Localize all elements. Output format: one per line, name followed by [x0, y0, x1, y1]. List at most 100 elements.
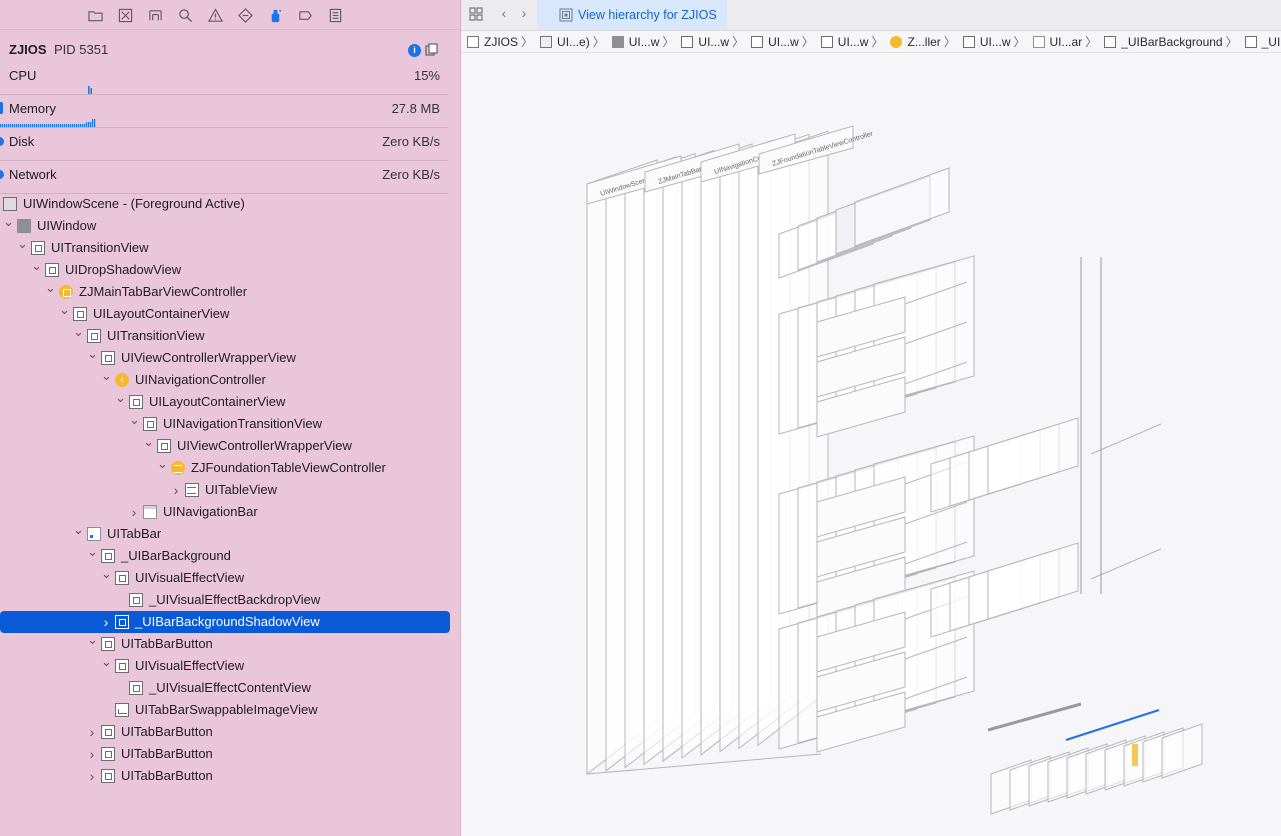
breadcrumb-item[interactable]: UI...ar 〉: [1032, 33, 1103, 50]
tree-row[interactable]: › UITableView: [0, 479, 460, 501]
disclosure-chevron-down-icon[interactable]: ⌄: [17, 237, 28, 259]
tree-row[interactable]: ⌄ UITabBar: [0, 523, 460, 545]
tree-row[interactable]: ⌄ UIVisualEffectView: [0, 655, 460, 677]
tree-row[interactable]: › UITabBarButton: [0, 721, 460, 743]
disclosure-chevron-down-icon[interactable]: ⌄: [87, 633, 98, 655]
warning-icon[interactable]: [200, 0, 230, 30]
search-icon[interactable]: [170, 0, 200, 30]
tree-row[interactable]: ⌄ UIViewControllerWrapperView: [0, 347, 460, 369]
tab-view-hierarchy[interactable]: View hierarchy for ZJIOS: [537, 0, 727, 30]
report-icon[interactable]: [320, 0, 350, 30]
disclosure-chevron-down-icon[interactable]: ⌄: [115, 391, 126, 413]
grid-icon[interactable]: [469, 7, 483, 21]
tree-row[interactable]: ⌄ UIWindow: [0, 215, 460, 237]
disclosure-chevron-down-icon[interactable]: ⌄: [101, 655, 112, 677]
threads-icon[interactable]: [425, 43, 439, 57]
tree-row[interactable]: UIWindowScene - (Foreground Active): [0, 193, 460, 215]
disclosure-chevron-down-icon[interactable]: ⌄: [143, 435, 154, 457]
tree-row[interactable]: _UIVisualEffectBackdropView: [0, 589, 460, 611]
gauge-cpu[interactable]: CPU 15%: [0, 62, 448, 95]
disclosure-chevron-right-icon[interactable]: ›: [87, 743, 97, 765]
symbol-icon[interactable]: [140, 0, 170, 30]
breadcrumb-item[interactable]: UI...w 〉: [962, 33, 1031, 50]
breadcrumb-item[interactable]: UI...w 〉: [681, 33, 749, 50]
gauge-value: 27.8 MB: [391, 101, 440, 116]
tree-row-label: UITableView: [205, 482, 278, 497]
breadcrumb-item[interactable]: ZJIOS 〉: [467, 33, 538, 50]
breadcrumb-label: UI...w: [979, 34, 1011, 49]
disclosure-chevron-down-icon[interactable]: ⌄: [73, 325, 84, 347]
section-layer[interactable]: [987, 542, 1079, 620]
folder-icon[interactable]: [80, 0, 110, 30]
section-layer[interactable]: [987, 417, 1079, 495]
tree-row[interactable]: ⌄ UINavigationTransitionView: [0, 413, 460, 435]
disclosure-chevron-down-icon[interactable]: ⌄: [101, 369, 112, 391]
breadcrumb-item[interactable]: _UIBarBackgroundShadowView: [1244, 35, 1281, 49]
process-header[interactable]: ZJIOS PID 5351 i: [0, 38, 448, 62]
disclosure-chevron-down-icon[interactable]: ⌄: [3, 215, 14, 237]
breakpoint-icon[interactable]: [290, 0, 320, 30]
debug-spray-icon[interactable]: [260, 0, 290, 30]
tree-row[interactable]: › UINavigationBar: [0, 501, 460, 523]
disclosure-chevron-down-icon[interactable]: ⌄: [87, 347, 98, 369]
breadcrumb-label: UI...w: [698, 34, 730, 49]
back-chevron-icon[interactable]: ‹: [497, 5, 511, 23]
tree-row-label: UIWindowScene - (Foreground Active): [23, 196, 245, 211]
info-icon[interactable]: i: [408, 44, 421, 57]
disclosure-chevron-right-icon[interactable]: ›: [101, 611, 111, 633]
disclosure-chevron-down-icon[interactable]: ⌄: [157, 457, 168, 479]
tree-row[interactable]: ⌄ UIVisualEffectView: [0, 567, 460, 589]
debug-navigator: ZJIOS PID 5351 i CPU 15% Memory 27.8 MB …: [0, 0, 461, 836]
disclosure-chevron-right-icon[interactable]: ›: [87, 765, 97, 787]
exploded-view-canvas[interactable]: UIWindowScene - (Foreground Active)ZJMai…: [461, 54, 1281, 836]
forward-chevron-icon[interactable]: ›: [517, 5, 531, 23]
disclosure-chevron-down-icon[interactable]: ⌄: [45, 281, 56, 303]
breadcrumb-item[interactable]: Z...ller 〉: [890, 33, 960, 50]
disclosure-chevron-down-icon[interactable]: ⌄: [101, 567, 112, 589]
tree-row[interactable]: ⌄ UITransitionView: [0, 325, 460, 347]
gauge-memory[interactable]: Memory 27.8 MB: [0, 95, 448, 128]
breadcrumb-item[interactable]: _UIBarBackground 〉: [1104, 33, 1242, 50]
breadcrumb-item[interactable]: UI...w 〉: [751, 33, 819, 50]
disclosure-chevron-right-icon[interactable]: ›: [87, 721, 97, 743]
disclosure-chevron-down-icon[interactable]: ⌄: [31, 259, 42, 281]
disclosure-chevron-right-icon[interactable]: ›: [129, 501, 139, 523]
disclosure-chevron-down-icon[interactable]: ⌄: [87, 545, 98, 567]
tree-row[interactable]: › UITabBarButton: [0, 765, 460, 787]
breadcrumb-item[interactable]: UI...w 〉: [820, 33, 889, 50]
test-diamond-icon[interactable]: [230, 0, 260, 30]
gauge-label: Network: [9, 167, 57, 182]
breadcrumb-item[interactable]: UI...e) 〉: [540, 33, 610, 50]
tree-row[interactable]: ⌄ UIDropShadowView: [0, 259, 460, 281]
source-control-icon[interactable]: [110, 0, 140, 30]
tree-row[interactable]: ⌄ UILayoutContainerView: [0, 391, 460, 413]
disclosure-chevron-down-icon[interactable]: ⌄: [59, 303, 70, 325]
tree-row[interactable]: ⌄ ‹ UINavigationController: [0, 369, 460, 391]
gauge-disk[interactable]: Disk Zero KB/s: [0, 128, 448, 161]
view-icon: [129, 593, 143, 607]
tree-row-label: UIDropShadowView: [65, 262, 182, 277]
tree-row[interactable]: UITabBarSwappableImageView: [0, 699, 460, 721]
disclosure-chevron-right-icon[interactable]: ›: [171, 479, 181, 501]
tree-row[interactable]: ⌄ _UIBarBackground: [0, 545, 460, 567]
tree-row[interactable]: ⌄ UITabBarButton: [0, 633, 460, 655]
disclosure-chevron-down-icon[interactable]: ⌄: [129, 413, 140, 435]
tree-row[interactable]: ⌄ ZJFoundationTableViewController: [0, 457, 460, 479]
disclosure-chevron-down-icon[interactable]: ⌄: [73, 523, 84, 545]
tree-row[interactable]: _UIVisualEffectContentView: [0, 677, 460, 699]
tree-row[interactable]: ⌄ UIViewControllerWrapperView: [0, 435, 460, 457]
navigation-bar-layer[interactable]: [854, 167, 950, 247]
tree-row-selected[interactable]: › _UIBarBackgroundShadowView: [0, 611, 450, 633]
tab-bar-layer[interactable]: [1161, 723, 1203, 779]
view-debugger-canvas[interactable]: UIWindowScene - (Foreground Active)ZJMai…: [461, 54, 1281, 836]
tree-row[interactable]: ⌄ UILayoutContainerView: [0, 303, 460, 325]
process-pid: PID 5351: [54, 42, 109, 57]
tab-bar-image-highlight[interactable]: [1132, 744, 1138, 766]
gauge-value: 15%: [413, 68, 440, 83]
tree-row[interactable]: ⌄ ZJMainTabBarViewController: [0, 281, 460, 303]
gauge-network[interactable]: Network Zero KB/s: [0, 161, 448, 194]
tree-row[interactable]: ⌄ UITransitionView: [0, 237, 460, 259]
tree-row-label: UINavigationBar: [163, 504, 258, 519]
tree-row[interactable]: › UITabBarButton: [0, 743, 460, 765]
breadcrumb-item[interactable]: UI...w 〉: [611, 33, 680, 50]
